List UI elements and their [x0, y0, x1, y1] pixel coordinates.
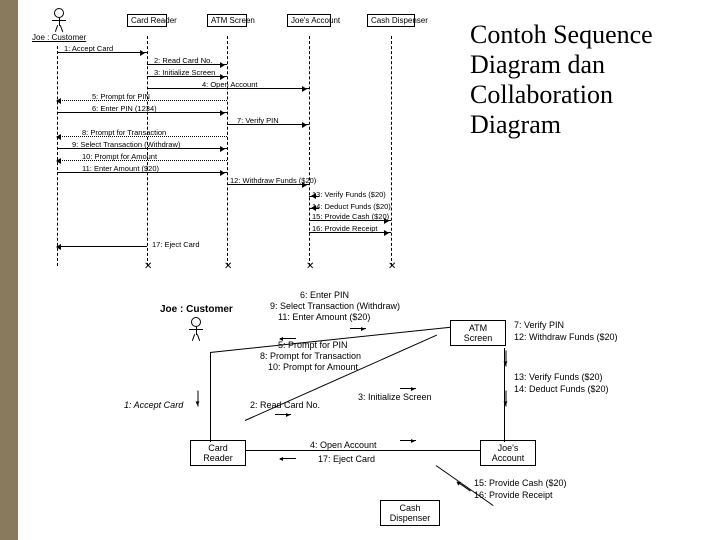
link — [246, 450, 481, 451]
msg-9: 9: Select Transaction (Withdraw) — [72, 140, 180, 149]
msg-arrow — [57, 246, 147, 247]
accent-bar — [0, 0, 18, 540]
msg-8: 8: Prompt for Transaction — [82, 128, 166, 137]
collab-actor: Joe : Customer — [160, 304, 233, 340]
lifeline-cash-dispenser: Cash Dispenser — [367, 14, 415, 27]
link — [210, 352, 211, 442]
edge-2: 2: Read Card No. — [250, 400, 320, 410]
edge-8: 8: Prompt for Transaction — [260, 351, 361, 361]
edge-6: 6: Enter PIN — [300, 290, 349, 300]
edge-14: 14: Deduct Funds ($20) — [514, 384, 609, 394]
lifeline-card-reader: Card Reader — [127, 14, 167, 27]
dir-arrow — [350, 328, 366, 329]
edge-1: 1: Accept Card — [124, 400, 183, 410]
collab-card-reader: Card Reader — [190, 440, 246, 466]
edge-11: 11: Enter Amount ($20) — [278, 312, 370, 322]
collab-cash-dispenser: Cash Dispenser — [380, 500, 440, 526]
msg-3: 3: Initialize Screen — [154, 68, 215, 77]
dir-arrow — [400, 440, 416, 441]
slide-title: Contoh Sequence Diagram dan Collaboratio… — [470, 20, 690, 140]
msg-4: 4: Open Account — [202, 80, 257, 89]
msg-12: 12: Withdraw Funds ($20) — [230, 176, 316, 185]
dir-arrow — [275, 414, 291, 415]
msg-13: 13: Verify Funds ($20) — [312, 190, 386, 199]
dir-arrow — [280, 338, 296, 339]
msg-5: 5: Prompt for PIN — [92, 92, 150, 101]
msg-17: 17: Eject Card — [152, 240, 200, 249]
edge-16: 16: Provide Receipt — [474, 490, 553, 500]
lifeline-atm-screen: ATM Screen — [207, 14, 247, 27]
collaboration-diagram: Joe : Customer ATM Screen Card Reader Jo… — [100, 290, 640, 530]
msg-6: 6: Enter PIN (1234) — [92, 104, 157, 113]
collab-joes-account: Joe's Account — [480, 440, 536, 466]
msg-11: 11: Enter Amount ($20) — [82, 164, 159, 173]
edge-12: 12: Withdraw Funds ($20) — [514, 332, 618, 342]
actor-label: Joe : Customer — [32, 33, 86, 42]
msg-1: 1: Accept Card — [64, 44, 113, 53]
collab-actor-label: Joe : Customer — [160, 304, 233, 315]
edge-5: 5: Prompt for PIN — [278, 340, 348, 350]
actor-customer: Joe : Customer — [32, 8, 86, 42]
collab-atm-screen: ATM Screen — [450, 320, 506, 346]
sequence-diagram: Joe : Customer Card Reader ATM Screen Jo… — [22, 6, 442, 276]
edge-15: 15: Provide Cash ($20) — [474, 478, 567, 488]
edge-3: 3: Initialize Screen — [358, 392, 432, 402]
dir-arrow — [457, 482, 471, 492]
edge-4: 4: Open Account — [310, 440, 377, 450]
lifeline-actor-line — [57, 46, 58, 266]
dir-arrow — [198, 391, 199, 407]
msg-2: 2: Read Card No. — [154, 56, 212, 65]
msg-15: 15: Provide Cash ($20) — [312, 212, 389, 221]
lifeline-joes-account: Joe's Account — [287, 14, 331, 27]
edge-9: 9: Select Transaction (Withdraw) — [270, 301, 400, 311]
msg-16: 16: Provide Receipt — [312, 224, 377, 233]
edge-13: 13: Verify Funds ($20) — [514, 372, 603, 382]
edge-10: 10: Prompt for Amount — [268, 362, 358, 372]
msg-14: 14: Deduct Funds ($20) — [312, 202, 391, 211]
edge-7: 7: Verify PIN — [514, 320, 564, 330]
msg-10: 10: Prompt for Amount — [82, 152, 157, 161]
lifeline-line: ✕ — [147, 36, 148, 266]
dir-arrow — [506, 351, 507, 367]
msg-7: 7: Verify PIN — [237, 116, 279, 125]
dir-arrow — [280, 458, 296, 459]
edge-17: 17: Eject Card — [318, 454, 375, 464]
dir-arrow — [506, 391, 507, 407]
dir-arrow — [400, 388, 416, 389]
